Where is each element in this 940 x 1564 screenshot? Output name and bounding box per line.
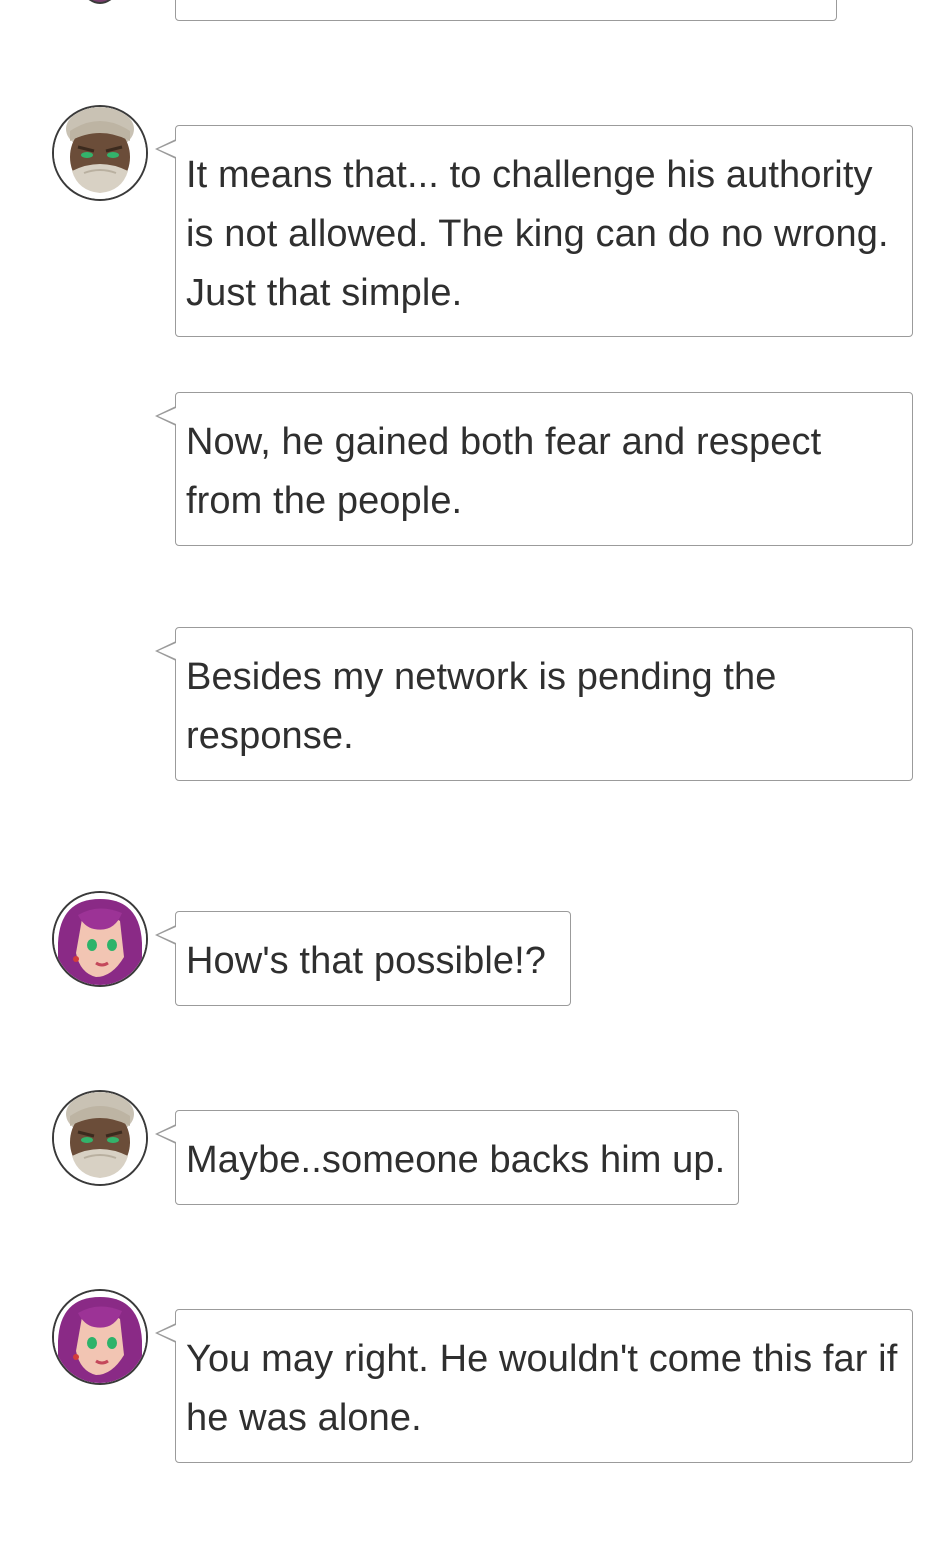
- message-text: Maybe..someone backs him up.: [186, 1139, 726, 1181]
- purple-haired-woman-avatar: [52, 891, 148, 987]
- message-bubble: Now, he gained both fear and respect fro…: [155, 392, 913, 546]
- message-text: It means that... to challenge his author…: [186, 154, 889, 314]
- message-text: You may right. He wouldn't come this far…: [186, 1338, 898, 1439]
- previous-message-bubble-partial: [175, 0, 837, 21]
- message-bubble: It means that... to challenge his author…: [155, 125, 913, 337]
- message-text: Besides my network is pending the respon…: [186, 656, 777, 757]
- old-man-avatar: [52, 1090, 148, 1186]
- previous-avatar-partial: [72, 0, 128, 4]
- message-bubble: You may right. He wouldn't come this far…: [155, 1309, 913, 1463]
- message-text: How's that possible!?: [186, 940, 546, 982]
- old-man-avatar: [52, 105, 148, 201]
- message-bubble: Besides my network is pending the respon…: [155, 627, 913, 781]
- purple-haired-woman-avatar: [52, 1289, 148, 1385]
- message-bubble: How's that possible!?: [155, 911, 571, 1006]
- message-bubble: Maybe..someone backs him up.: [155, 1110, 739, 1205]
- message-text: Now, he gained both fear and respect fro…: [186, 421, 822, 522]
